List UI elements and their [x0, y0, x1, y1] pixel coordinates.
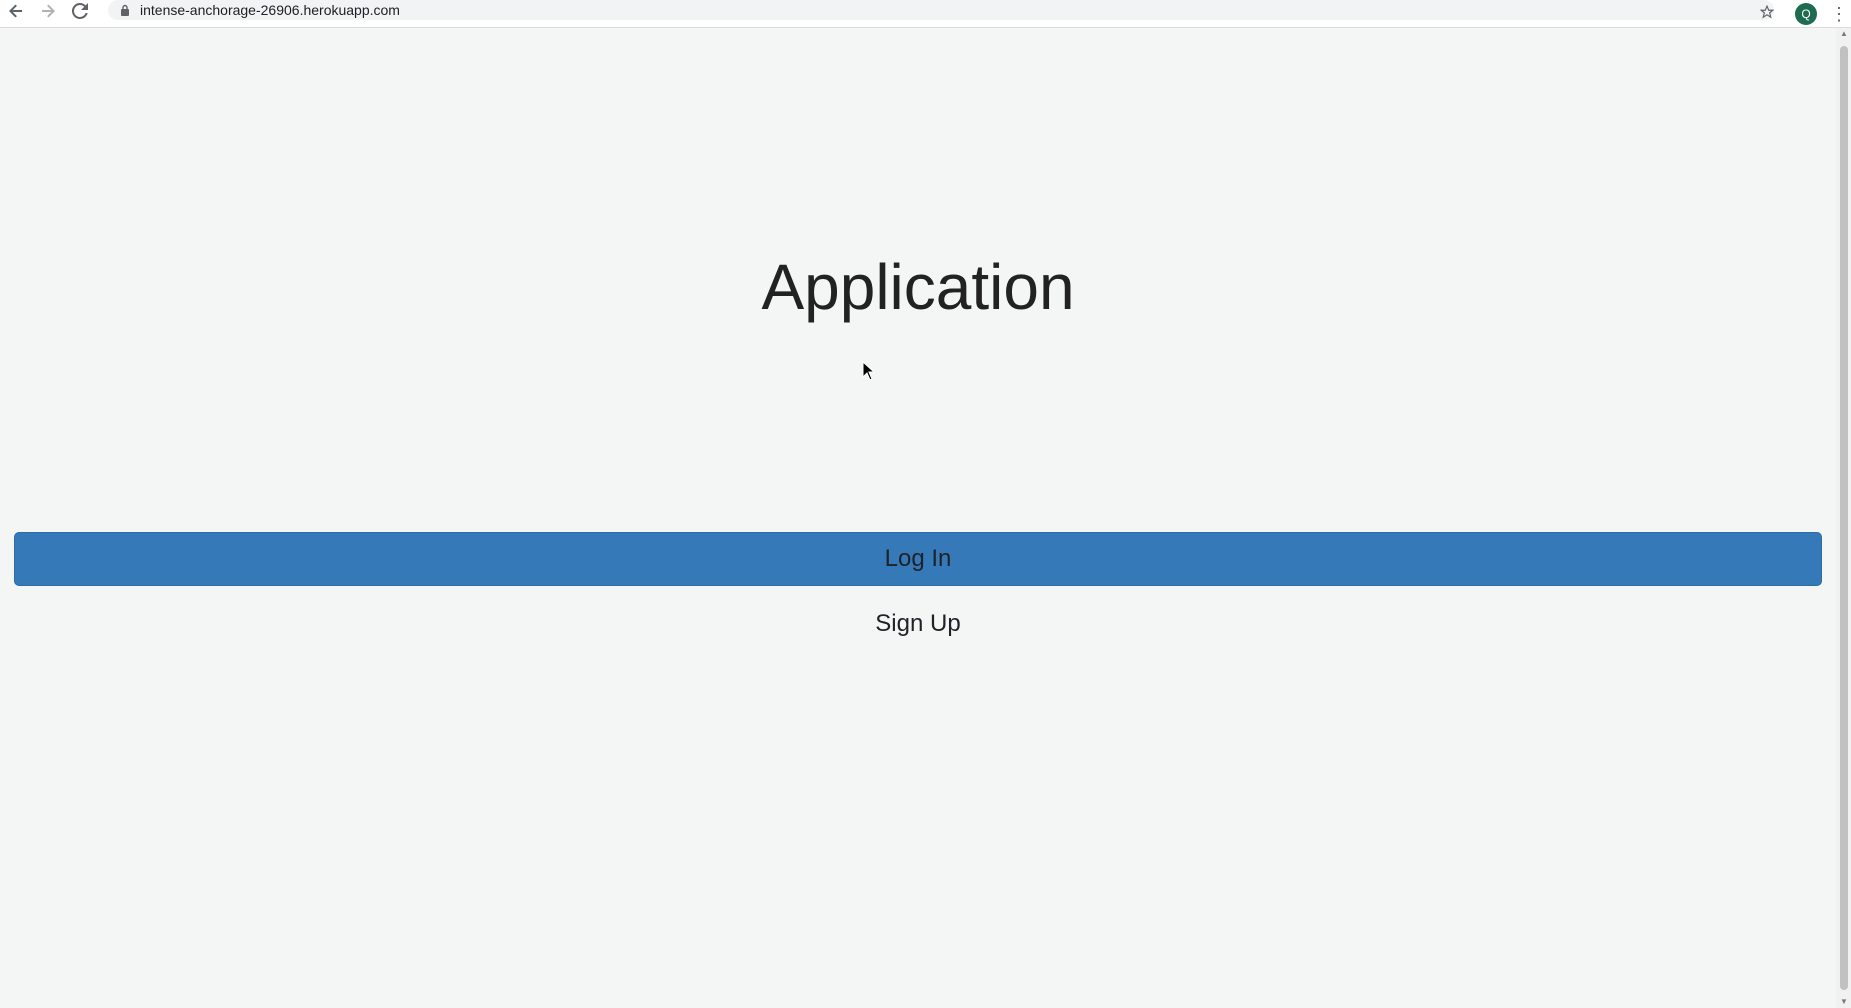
reload-icon [71, 2, 88, 24]
profile-avatar[interactable]: Q [1795, 3, 1817, 25]
toolbar-right: Q ⋮ [1749, 0, 1851, 28]
url-text: intense-anchorage-26906.herokuapp.com [140, 2, 400, 18]
forward-arrow-icon [40, 3, 56, 24]
vertical-scrollbar[interactable]: ▲ ▼ [1836, 28, 1851, 1008]
reload-button[interactable] [64, 0, 96, 28]
bookmark-button[interactable] [1749, 4, 1785, 24]
login-button[interactable]: Log In [14, 532, 1822, 586]
scroll-down-icon[interactable]: ▼ [1840, 998, 1848, 1006]
page-content: Application Log In Sign Up [0, 28, 1836, 1008]
scroll-up-icon[interactable]: ▲ [1840, 30, 1848, 38]
star-icon [1759, 4, 1775, 24]
back-arrow-icon [8, 3, 24, 24]
browser-toolbar: intense-anchorage-26906.herokuapp.com Q … [0, 0, 1851, 28]
signup-link[interactable]: Sign Up [0, 610, 1836, 638]
lock-icon [120, 4, 130, 16]
page-title: Application [761, 251, 1075, 323]
back-button[interactable] [0, 0, 32, 28]
kebab-menu-icon[interactable]: ⋮ [1827, 5, 1851, 23]
forward-button[interactable] [32, 0, 64, 28]
mouse-pointer-icon [862, 360, 876, 381]
scroll-thumb[interactable] [1840, 46, 1848, 990]
address-bar[interactable]: intense-anchorage-26906.herokuapp.com [108, 0, 1774, 20]
